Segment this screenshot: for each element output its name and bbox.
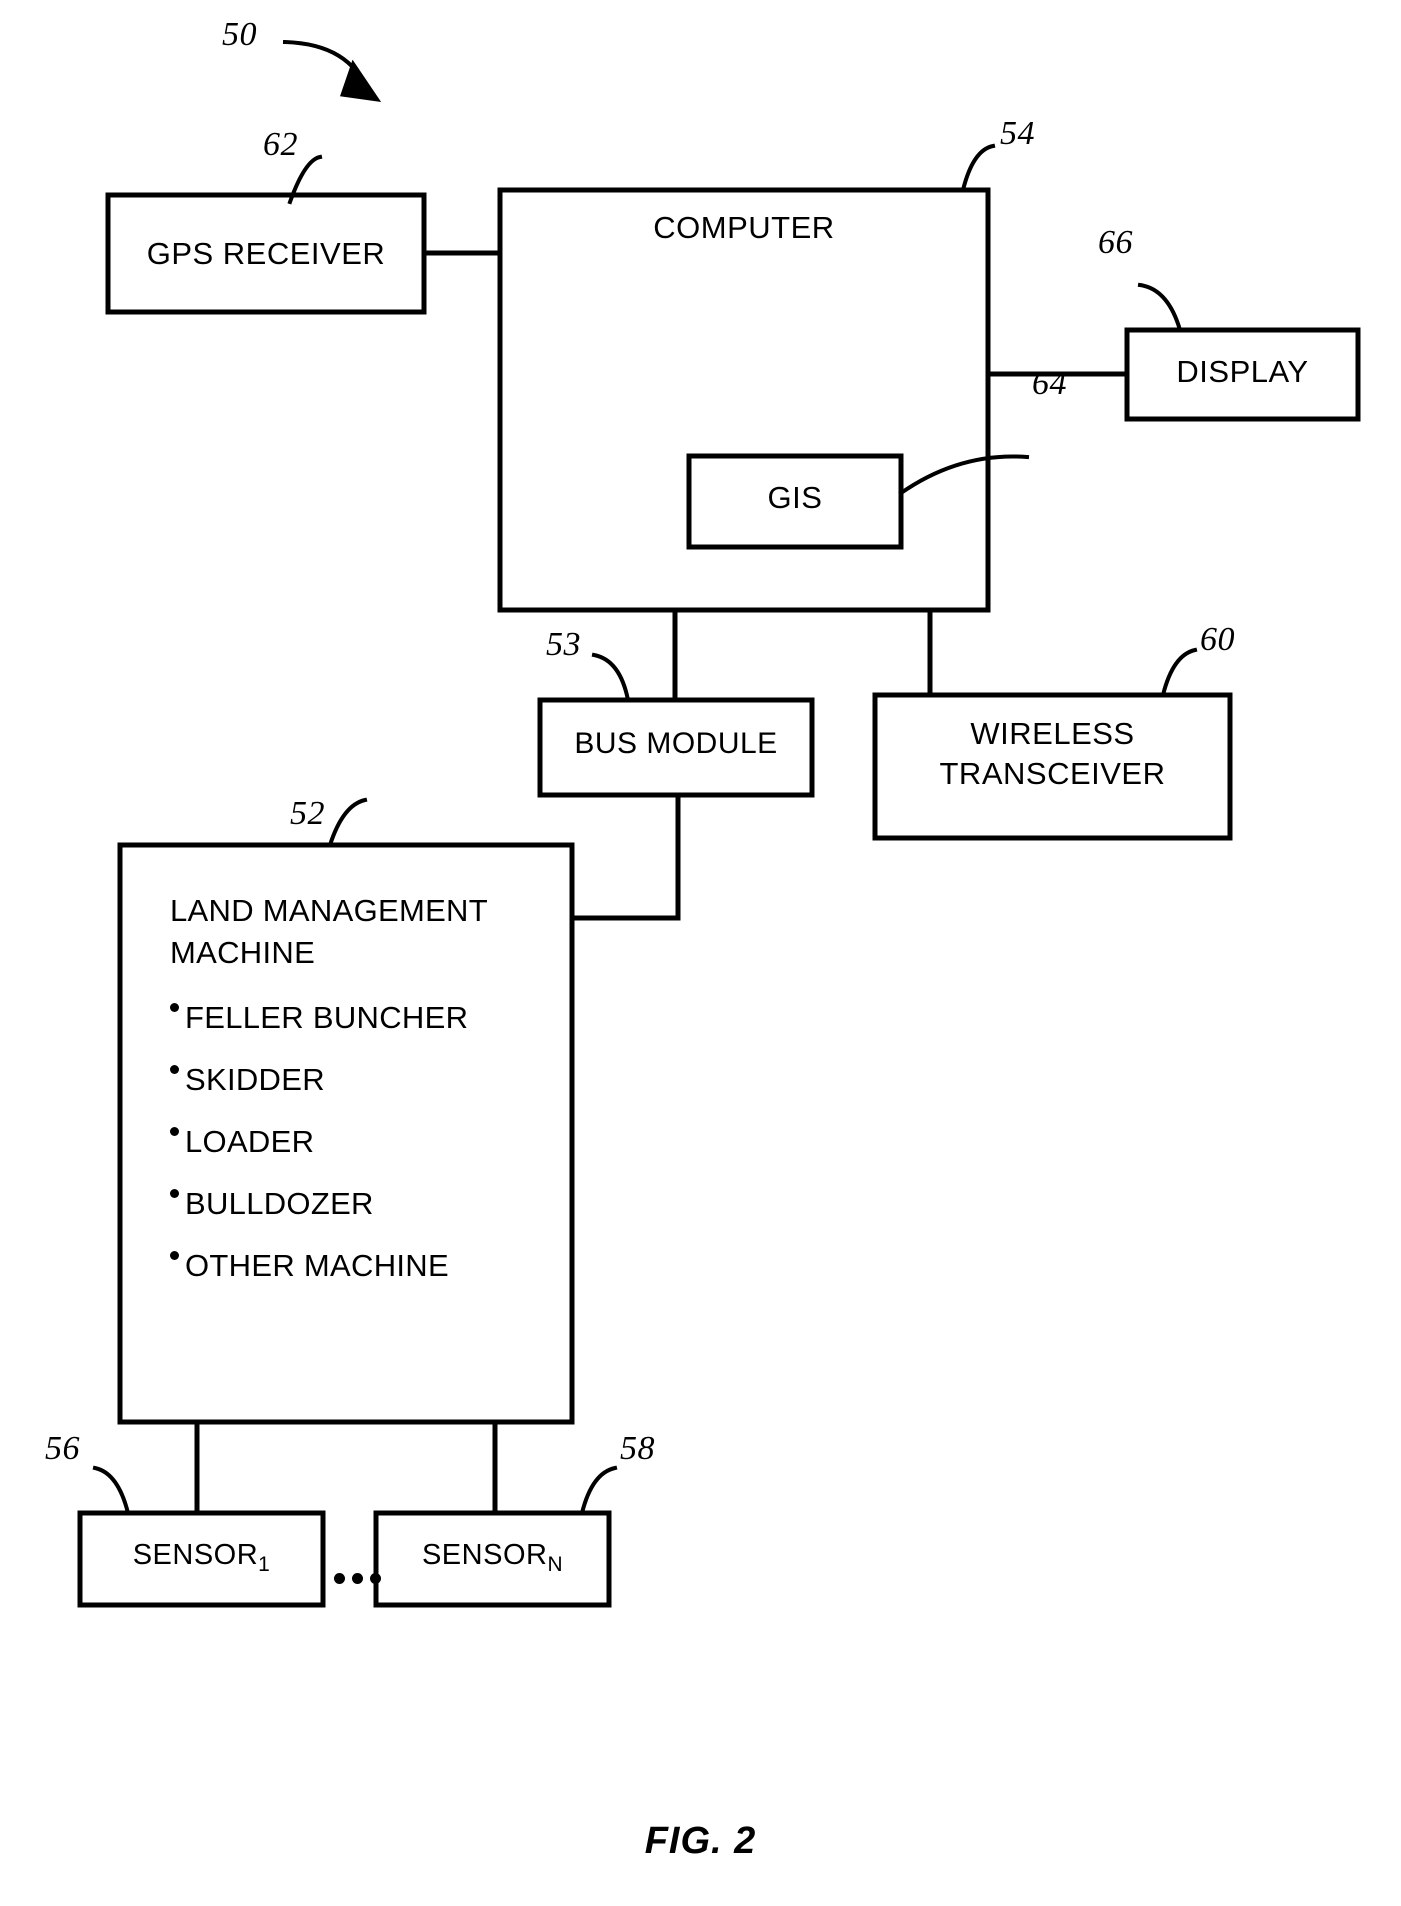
leader-64	[898, 454, 1030, 496]
bullet-icon	[170, 1064, 179, 1074]
list-item-label: LOADER	[185, 1123, 315, 1159]
bullet-icon	[170, 1126, 179, 1136]
ref-label-60: 60	[1200, 621, 1235, 658]
list-item-label: SKIDDER	[185, 1061, 325, 1097]
leader-53	[591, 652, 631, 703]
list-item: LOADER	[170, 1124, 560, 1160]
leader-58	[579, 1465, 618, 1516]
gis-label: GIS	[767, 480, 823, 515]
sensor-first-label: SENSOR1	[80, 1537, 323, 1576]
ref-label-54: 54	[1000, 115, 1035, 152]
leader-54	[960, 143, 996, 193]
ref-label-53: 53	[546, 626, 581, 663]
land-management-machine-content: LAND MANAGEMENT MACHINE FELLER BUNCHER S…	[170, 890, 560, 1284]
list-item: SKIDDER	[170, 1062, 560, 1098]
display-label: DISPLAY	[1176, 354, 1309, 389]
leader-66	[1137, 282, 1183, 333]
patent-figure: 50 GPS RECEIVER 62 COMPUTER 54 GIS 64 DI…	[0, 0, 1401, 1906]
leader-56	[92, 1465, 131, 1516]
list-item-label: FELLER BUNCHER	[185, 999, 469, 1035]
bullet-icon	[170, 1250, 179, 1260]
ref-label-66: 66	[1098, 224, 1133, 261]
list-item-label: BULLDOZER	[185, 1185, 374, 1221]
list-item: BULLDOZER	[170, 1186, 560, 1222]
leader-50-arrowhead	[339, 59, 382, 102]
sensor-first-subscript: 1	[258, 1552, 271, 1576]
list-item: FELLER BUNCHER	[170, 1000, 560, 1036]
figure-caption: FIG. 2	[644, 1820, 757, 1862]
sensor-last-subscript: N	[547, 1552, 564, 1576]
sensor-last-label: SENSORN	[376, 1537, 609, 1576]
gps-receiver-label: GPS RECEIVER	[146, 236, 386, 271]
wireless-transceiver-label: WIRELESS TRANSCEIVER	[939, 716, 1166, 791]
connector-bus-machine	[569, 792, 681, 921]
ref-label-58: 58	[620, 1430, 655, 1467]
bullet-icon	[170, 1188, 179, 1198]
bus-module-label: BUS MODULE	[574, 727, 778, 760]
ref-label-52: 52	[290, 795, 325, 832]
ref-label-50: 50	[222, 16, 257, 53]
leader-60	[1160, 647, 1198, 698]
ref-label-64: 64	[1032, 365, 1067, 402]
leader-52	[327, 797, 368, 848]
sensor-last-text: SENSOR	[421, 1539, 548, 1571]
list-item: OTHER MACHINE	[170, 1248, 560, 1284]
sensor-first-text: SENSOR	[132, 1539, 259, 1571]
ref-label-62: 62	[263, 126, 298, 163]
sensor-ellipsis-icon	[334, 1573, 381, 1584]
ref-label-56: 56	[45, 1430, 80, 1467]
list-item-label: OTHER MACHINE	[185, 1247, 449, 1283]
computer-label: COMPUTER	[653, 210, 835, 245]
bullet-icon	[170, 1002, 179, 1012]
land-management-machine-title: LAND MANAGEMENT MACHINE	[170, 893, 488, 970]
